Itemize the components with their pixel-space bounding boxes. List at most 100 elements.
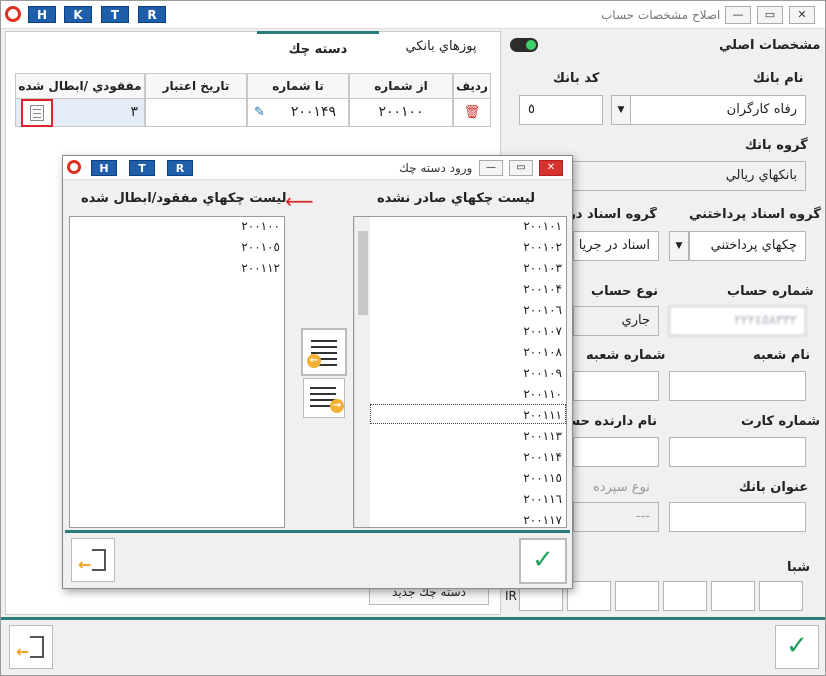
sheba-input-2[interactable]: [567, 581, 611, 611]
grid-cell-to[interactable]: ٢٠٠١۴٩ ✎: [247, 98, 349, 127]
arrow-left-icon: ⟵: [285, 189, 314, 213]
dialog-exit-button[interactable]: ←: [71, 538, 115, 582]
list-item[interactable]: ٢٠٠١٠٨: [523, 345, 562, 359]
grid-header-lost[interactable]: مفقودي /ابطال شده: [15, 73, 145, 99]
bank-title-input[interactable]: [669, 502, 806, 532]
grid-header-row-no[interactable]: رديف: [453, 73, 491, 99]
edit-pencil-icon[interactable]: ✎: [254, 99, 265, 126]
list-item[interactable]: ٢٠٠١١٦: [523, 492, 562, 506]
list-scrollbar[interactable]: [354, 217, 370, 527]
sheba-input-6[interactable]: [759, 581, 803, 611]
list-item[interactable]: ٢٠٠١٠٢: [523, 240, 562, 254]
lost-checks-button[interactable]: [21, 99, 53, 127]
grid-cell-lost-value: ٣: [130, 104, 138, 120]
list-item[interactable]: ٢٠٠١٠٠: [241, 219, 280, 233]
unissued-checks-list[interactable]: ٢٠٠١٠١ ٢٠٠١٠٢ ٢٠٠١٠٣ ٢٠٠١٠۴ ٢٠٠١٠٦ ٢٠٠١٠…: [353, 216, 567, 528]
exit-button[interactable]: ←: [9, 625, 53, 669]
holder-name-label: نام دارنده حسا: [573, 414, 657, 429]
card-number-input[interactable]: [669, 437, 806, 467]
bank-name-dropdown[interactable]: ▼: [611, 95, 631, 125]
hotkey-k-button[interactable]: K: [64, 6, 92, 23]
dialog-minimize-button[interactable]: —: [479, 160, 503, 176]
account-number-label: شماره حساب: [727, 284, 814, 299]
dialog-checkmark-icon: ✓: [532, 545, 554, 575]
unissued-list-header: ليست چكهاي صادر نشده: [377, 191, 535, 206]
dialog-confirm-button[interactable]: ✓: [519, 538, 567, 584]
tab-checkbook[interactable]: دسته چك: [257, 31, 379, 63]
table-row[interactable]: 🗑: [453, 98, 491, 127]
sheba-input-5[interactable]: [711, 581, 755, 611]
receipt-docs-group-label: گروه اسناد دريا: [573, 207, 657, 222]
arrow-right-circle-icon: →: [330, 399, 344, 413]
bank-group-label: گروه بانك: [745, 138, 808, 153]
list-item[interactable]: ٢٠٠١١٣: [523, 429, 562, 443]
card-number-label: شماره كارت: [741, 414, 821, 429]
list-item[interactable]: ٢٠٠١١٧: [523, 513, 562, 527]
account-number-input[interactable]: ٢٢٢٤٥٨٣٣٢: [669, 306, 806, 336]
list-item[interactable]: ٢٠٠١٠٩: [523, 366, 562, 380]
list-item[interactable]: ٢٠٠١٠٦: [523, 303, 562, 317]
sheba-label: شبا: [787, 560, 810, 575]
minimize-button[interactable]: —: [725, 6, 751, 24]
branch-name-input[interactable]: [669, 371, 806, 401]
scroll-thumb[interactable]: [358, 231, 368, 315]
grid-header-from[interactable]: از شماره: [349, 73, 453, 99]
bank-name-input[interactable]: رفاه کارگران: [630, 95, 806, 125]
account-type-input[interactable]: جاري: [573, 306, 659, 336]
hotkey-h-button[interactable]: H: [28, 6, 56, 23]
list-item[interactable]: ٢٠٠١٠٧: [523, 324, 562, 338]
checkmark-icon: ✓: [786, 631, 808, 661]
payment-docs-group-input[interactable]: چكهاي پرداختني: [689, 231, 806, 261]
bank-code-input[interactable]: ٥: [519, 95, 603, 125]
hotkey-r-button[interactable]: R: [138, 6, 166, 23]
payment-docs-group-label: گروه اسناد پرداختني: [689, 207, 821, 222]
list-item[interactable]: ٢٠٠١١١: [523, 408, 562, 422]
payment-docs-group-dropdown[interactable]: ▼: [669, 231, 689, 261]
section-header-main: مشخصات اصلي: [719, 38, 821, 53]
tab-bank-pos[interactable]: پوزهاي بانكي: [381, 31, 501, 63]
holder-name-input[interactable]: [573, 437, 659, 467]
dialog-hotkey-t-button[interactable]: T: [129, 160, 155, 176]
window-title: اصلاح مشخصات حساب: [601, 8, 721, 22]
list-item[interactable]: ٢٠٠١١٥: [523, 471, 562, 485]
list-item[interactable]: ٢٠٠١١٠: [523, 387, 562, 401]
sheba-prefix: IR: [505, 589, 517, 603]
app-logo-icon: [5, 6, 21, 22]
receipt-docs-group-input[interactable]: اسناد در جريا: [573, 231, 659, 261]
lost-list-header: ليست چكهاي مفقود/ابطال شده: [81, 191, 287, 206]
confirm-button[interactable]: ✓: [775, 625, 819, 669]
restore-button[interactable]: ▭: [757, 6, 783, 24]
grid-cell-to-value: ٢٠٠١۴٩: [290, 104, 336, 120]
list-item[interactable]: ٢٠٠١٠۴: [523, 282, 562, 296]
move-to-lost-button[interactable]: ←: [301, 328, 347, 376]
dialog-close-button[interactable]: ✕: [539, 160, 563, 176]
grid-cell-validity[interactable]: [145, 98, 247, 127]
dialog-logo-icon: [67, 160, 81, 174]
main-info-toggle[interactable]: [510, 38, 538, 52]
list-item[interactable]: ٢٠٠١٠٥: [241, 240, 280, 254]
list-item[interactable]: ٢٠٠١١٢: [241, 261, 280, 275]
lost-checks-list[interactable]: ٢٠٠١٠٠ ٢٠٠١٠٥ ٢٠٠١١٢: [69, 216, 285, 528]
trash-icon[interactable]: 🗑: [464, 105, 481, 120]
bank-code-label: كد بانك: [553, 71, 600, 86]
list-item[interactable]: ٢٠٠١٠١: [523, 219, 562, 233]
dialog-divider: [65, 530, 570, 533]
dialog-hotkey-h-button[interactable]: H: [91, 160, 117, 176]
grid-cell-from[interactable]: ٢٠٠١٠٠: [349, 98, 453, 127]
deposit-type-input[interactable]: ---: [573, 502, 659, 532]
grid-header-to[interactable]: تا شماره: [247, 73, 349, 99]
grid-header-validity[interactable]: تاريخ اعتبار: [145, 73, 247, 99]
list-item[interactable]: ٢٠٠١١۴: [523, 450, 562, 464]
sheba-input-4[interactable]: [663, 581, 707, 611]
bottom-divider: [1, 617, 825, 620]
list-item[interactable]: ٢٠٠١٠٣: [523, 261, 562, 275]
branch-number-input[interactable]: [573, 371, 659, 401]
hotkey-t-button[interactable]: T: [101, 6, 129, 23]
arrow-left-circle-icon: ←: [307, 354, 321, 368]
move-to-unissued-button[interactable]: →: [303, 378, 345, 418]
dialog-hotkey-r-button[interactable]: R: [167, 160, 193, 176]
close-button[interactable]: ✕: [789, 6, 815, 24]
sheba-input-3[interactable]: [615, 581, 659, 611]
dialog-restore-button[interactable]: ▭: [509, 160, 533, 176]
account-type-label: نوع حساب: [591, 284, 658, 299]
